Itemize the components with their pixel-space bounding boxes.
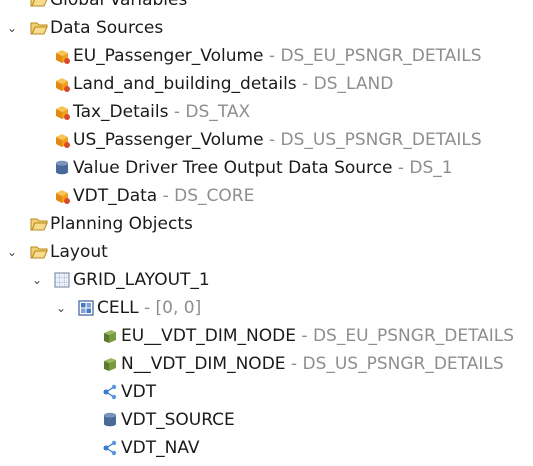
- value-driver-tree-icon: [101, 439, 119, 457]
- tree-item-cell-child[interactable]: VDT_SOURCE: [0, 406, 533, 434]
- cube-datasource-icon: [53, 47, 71, 65]
- tree-item-datasource[interactable]: EU_Passenger_Volume - DS_EU_PSNGR_DETAIL…: [0, 42, 533, 70]
- tree-item-planning-objects[interactable]: Planning Objects: [0, 210, 533, 238]
- datasource-name: Tax_Details: [73, 102, 169, 122]
- folder-open-icon: [30, 0, 48, 9]
- tree-item-datasource[interactable]: Land_and_building_details - DS_LAND: [0, 70, 533, 98]
- datasource-name: Land_and_building_details: [73, 74, 297, 94]
- tree-item-layout[interactable]: ⌄ Layout: [0, 238, 533, 266]
- component-name: VDT_SOURCE: [121, 410, 235, 430]
- folder-open-icon: [30, 215, 48, 233]
- tree-item-label: Global Variables: [50, 0, 188, 10]
- datasource-name: US_Passenger_Volume: [73, 130, 264, 150]
- datasource-name: Value Driver Tree Output Data Source: [73, 158, 393, 178]
- tree-item-label: Data Sources: [50, 18, 164, 38]
- datasource-id: - DS_EU_PSNGR_DETAILS: [263, 46, 482, 66]
- tree-item-cell[interactable]: ⌄ CELL - [0, 0]: [0, 294, 533, 322]
- datasource-id: - DS_CORE: [157, 186, 255, 206]
- tree-item-grid-layout[interactable]: ⌄ GRID_LAYOUT_1: [0, 266, 533, 294]
- folder-open-icon: [30, 243, 48, 261]
- project-tree: Global Variables ⌄ Data Sources EU_Passe…: [0, 0, 533, 462]
- database-icon: [101, 411, 119, 429]
- chevron-down-icon[interactable]: ⌄: [5, 14, 19, 42]
- value-driver-tree-icon: [101, 383, 119, 401]
- datasource-id: - DS_1: [392, 158, 453, 178]
- cube-datasource-icon: [53, 75, 71, 93]
- tree-item-datasource[interactable]: Value Driver Tree Output Data Source - D…: [0, 154, 533, 182]
- folder-open-icon: [30, 19, 48, 37]
- tree-item-data-sources[interactable]: ⌄ Data Sources: [0, 14, 533, 42]
- tree-item-cell-child[interactable]: N__VDT_DIM_NODE - DS_US_PSNGR_DETAILS: [0, 350, 533, 378]
- tree-item-datasource[interactable]: Tax_Details - DS_TAX: [0, 98, 533, 126]
- cube-datasource-icon: [53, 131, 71, 149]
- chevron-down-icon[interactable]: ⌄: [54, 294, 68, 322]
- component-datasource: - DS_US_PSNGR_DETAILS: [285, 354, 504, 374]
- tree-item-datasource[interactable]: VDT_Data - DS_CORE: [0, 182, 533, 210]
- chevron-down-icon[interactable]: ⌄: [5, 238, 19, 266]
- tree-item-label: Planning Objects: [50, 214, 193, 234]
- datasource-name: VDT_Data: [73, 186, 158, 206]
- tree-item-label: Layout: [50, 242, 108, 262]
- datasource-id: - DS_US_PSNGR_DETAILS: [263, 130, 482, 150]
- datasource-id: - DS_LAND: [296, 74, 394, 94]
- chevron-down-icon[interactable]: ⌄: [30, 266, 44, 294]
- component-name: VDT_NAV: [121, 438, 200, 458]
- datasource-name: EU_Passenger_Volume: [73, 46, 264, 66]
- dimension-node-icon: [101, 355, 119, 373]
- cell-position: - [0, 0]: [138, 298, 202, 318]
- grid-layout-icon: [53, 271, 71, 289]
- tree-item-global-variables[interactable]: Global Variables: [0, 0, 533, 14]
- component-name: N__VDT_DIM_NODE: [121, 354, 286, 374]
- tree-item-cell-child[interactable]: VDT: [0, 378, 533, 406]
- cell-label: CELL: [97, 298, 139, 318]
- dimension-node-icon: [101, 327, 119, 345]
- tree-item-cell-child[interactable]: VDT_NAV: [0, 434, 533, 462]
- datasource-id: - DS_TAX: [168, 102, 251, 122]
- component-name: EU__VDT_DIM_NODE: [121, 326, 296, 346]
- cell-icon: [77, 299, 95, 317]
- cube-datasource-icon: [53, 103, 71, 121]
- cube-datasource-icon: [53, 187, 71, 205]
- tree-item-cell-child[interactable]: EU__VDT_DIM_NODE - DS_EU_PSNGR_DETAILS: [0, 322, 533, 350]
- tree-item-label: GRID_LAYOUT_1: [73, 270, 210, 290]
- tree-item-datasource[interactable]: US_Passenger_Volume - DS_US_PSNGR_DETAIL…: [0, 126, 533, 154]
- component-name: VDT: [121, 382, 157, 402]
- component-datasource: - DS_EU_PSNGR_DETAILS: [296, 326, 515, 346]
- database-icon: [53, 159, 71, 177]
